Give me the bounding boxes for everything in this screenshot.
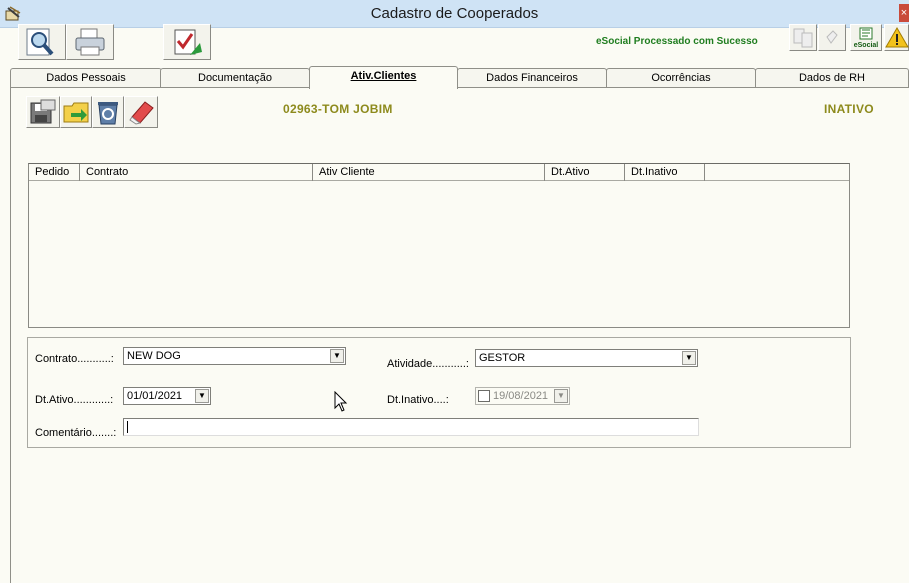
column-header-contrato[interactable]: Contrato [80,164,313,181]
esocial-query-button[interactable] [818,24,846,51]
hand-icon [826,30,838,44]
member-status: INATIVO [824,102,874,116]
magnifier-icon [26,28,54,56]
tab-panel-border-left [10,88,11,583]
eraser-icon [129,101,154,125]
tab-label: Dados Pessoais [46,72,126,84]
contrato-value: NEW DOG [127,350,181,362]
tab-documentacao[interactable]: Documentação [160,68,310,88]
tab-panel-border [10,87,909,88]
search-button[interactable] [18,24,66,60]
tab-dados-de-rh[interactable]: Dados de RH [755,68,909,88]
member-code-name: 02963-TOM JOBIM [283,102,393,116]
close-button[interactable]: × [899,4,909,22]
atividade-value: GESTOR [479,352,526,364]
window-title: Cadastro de Cooperados [370,5,539,22]
esocial-button[interactable]: eSocial [850,24,882,51]
tab-label: Ocorrências [651,72,711,84]
tab-bar: Dados Pessoais Documentação Ativ.Cliente… [10,66,909,89]
chevron-down-icon[interactable]: ▼ [682,351,696,365]
contrato-label: Contrato...........: [35,353,114,365]
tab-label: Ativ.Clientes [350,70,417,82]
tab-dados-pessoais[interactable]: Dados Pessoais [10,68,162,88]
esocial-send-button[interactable] [789,24,817,51]
mouse-cursor-icon [334,391,348,412]
tab-ativ-clientes[interactable]: Ativ.Clientes [309,66,458,89]
tab-label: Dados Financeiros [486,72,578,84]
tab-label: Dados de RH [798,72,866,84]
column-header-dt-inativo[interactable]: Dt.Inativo [625,164,705,181]
print-button[interactable] [66,24,114,60]
tab-dados-financeiros[interactable]: Dados Financeiros [457,68,607,88]
approve-button[interactable] [163,24,211,60]
warning-icon [885,27,909,48]
comentario-input[interactable] [123,418,699,436]
recycle-bin-icon [98,102,118,125]
open-button[interactable] [60,96,92,128]
clear-button[interactable] [124,96,158,128]
contrato-select[interactable]: NEW DOG ▼ [123,347,346,365]
dt-inativo-label: Dt.Inativo....: [387,394,449,406]
esocial-status: eSocial Processado com Sucesso [596,36,758,47]
recycle-button[interactable] [92,96,124,128]
dt-ativo-label: Dt.Ativo............: [35,394,114,406]
dt-ativo-value: 01/01/2021 [127,390,183,402]
chevron-down-icon[interactable]: ▼ [330,349,344,363]
column-header-pedido[interactable]: Pedido [29,164,80,181]
chevron-down-icon[interactable]: ▼ [554,389,568,403]
transfer-icon [793,28,813,48]
tab-ocorrencias[interactable]: Ocorrências [606,68,756,88]
warning-button[interactable] [884,24,909,51]
save-button[interactable] [26,96,60,128]
chevron-down-icon[interactable]: ▼ [195,389,209,403]
tab-label: Documentação [198,72,272,84]
dt-inativo-value: 19/08/2021 [493,390,549,402]
column-header-ativ-cliente[interactable]: Ativ Cliente [313,164,545,181]
checklist-icon [174,29,202,55]
folder-icon [63,102,89,123]
dt-ativo-datepicker[interactable]: 01/01/2021 ▼ [123,387,211,405]
printer-icon [75,28,105,56]
column-header-dt-ativo[interactable]: Dt.Ativo [545,164,625,181]
dt-inativo-datepicker[interactable]: 19/08/2021 ▼ [475,387,570,405]
atividade-select[interactable]: GESTOR ▼ [475,349,698,367]
esocial-icon-label: eSocial [854,42,879,49]
dt-inativo-checkbox[interactable] [478,390,490,402]
text-caret [127,421,128,433]
table-header: Pedido Contrato Ativ Cliente Dt.Ativo Dt… [29,164,849,181]
esocial-icon: eSocial [854,27,879,49]
title-bar: Cadastro de Cooperados × [0,0,909,28]
activities-table[interactable]: Pedido Contrato Ativ Cliente Dt.Ativo Dt… [28,163,850,328]
comentario-label: Comentário.......: [35,427,117,439]
floppy-disk-icon [30,99,56,124]
atividade-label: Atividade...........: [387,358,469,370]
